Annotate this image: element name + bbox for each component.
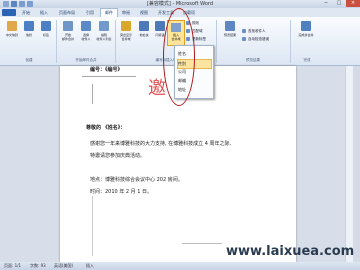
window-title: [兼容模式] - Microsoft Word bbox=[146, 1, 214, 7]
tab-page-layout[interactable]: 页面布局 bbox=[54, 9, 80, 17]
labels-button[interactable]: 标签 bbox=[37, 20, 55, 48]
auto-check-errors-button[interactable]: 自动检查错误 bbox=[242, 36, 269, 42]
margin-mark bbox=[92, 84, 93, 104]
envelope-icon bbox=[24, 21, 34, 31]
check-errors-icon bbox=[242, 37, 246, 41]
close-button[interactable]: × bbox=[346, 0, 360, 7]
doc-title: 邀 bbox=[148, 78, 166, 99]
group-separator bbox=[290, 20, 291, 63]
recipients-icon bbox=[81, 21, 91, 31]
edit-list-icon bbox=[99, 21, 109, 31]
find-recipient-button[interactable]: 查找收件人 bbox=[242, 28, 266, 34]
header-rule bbox=[82, 76, 136, 77]
match-fields-label: 匹配域 bbox=[192, 29, 203, 33]
status-insert-mode[interactable]: 插入 bbox=[86, 262, 94, 270]
title-bar: [兼容模式] - Microsoft Word − □ × bbox=[0, 0, 360, 8]
group-label-finish: 完成 bbox=[303, 58, 311, 62]
tab-insert[interactable]: 插入 bbox=[36, 9, 52, 17]
footer-rule bbox=[182, 243, 222, 244]
rules-label: 规则 bbox=[192, 21, 199, 25]
doc-address-line: 地点：博雅科技综合会议中心 202 房间。 bbox=[90, 177, 183, 183]
doc-number-line: 编号：《编号》 bbox=[90, 67, 123, 73]
highlight-icon bbox=[121, 21, 131, 31]
find-icon bbox=[242, 29, 246, 33]
button-label: 完成并合并 bbox=[298, 33, 314, 37]
tab-home[interactable]: 开始 bbox=[18, 9, 34, 17]
edit-recipient-list-button[interactable]: 编辑 收件人列表 bbox=[95, 20, 113, 48]
group-label-create: 创建 bbox=[25, 58, 33, 62]
tab-view[interactable]: 视图 bbox=[136, 9, 152, 17]
status-bar: 页面: 1/1 字数: 93 英语(美国) 插入 bbox=[0, 262, 360, 270]
status-language[interactable]: 英语(美国) bbox=[54, 262, 73, 270]
undo-icon[interactable] bbox=[19, 1, 25, 7]
word-app-icon[interactable] bbox=[3, 1, 9, 7]
greeting-icon bbox=[155, 21, 165, 31]
file-menu-button[interactable] bbox=[2, 9, 16, 16]
doc-body-line-1: 感谢您一年来博雅科技的大力支持, 在博雅科技成立 4 周年之际, bbox=[90, 141, 232, 147]
group-label-preview: 预览结果 bbox=[246, 58, 260, 62]
mail-merge-icon bbox=[63, 21, 73, 31]
margin-mark bbox=[92, 196, 93, 256]
group-separator bbox=[216, 20, 217, 63]
button-label: 预览结果 bbox=[223, 33, 236, 37]
doc-body-line-2: 特邀请您参加庆典活动。 bbox=[90, 153, 146, 159]
highlight-ellipse bbox=[163, 8, 195, 106]
status-page[interactable]: 页面: 1/1 bbox=[4, 262, 21, 270]
auto-check-label: 自动检查错误 bbox=[248, 37, 269, 41]
group-separator bbox=[56, 20, 57, 63]
vertical-scrollbar[interactable] bbox=[345, 66, 353, 262]
tab-references[interactable]: 引用 bbox=[82, 9, 98, 17]
doc-time-line: 时间：2010 年 2 月 1 日。 bbox=[90, 189, 153, 195]
tab-review[interactable]: 审阅 bbox=[118, 9, 134, 17]
group-label-start-merge: 开始邮件合并 bbox=[75, 58, 97, 62]
finish-merge-button[interactable]: 完成并合并 bbox=[297, 20, 315, 48]
finish-merge-icon bbox=[301, 21, 311, 31]
watermark: www.laixuea.com bbox=[226, 244, 355, 259]
preview-results-button[interactable]: 预览结果 bbox=[221, 20, 239, 48]
doc-greeting: 尊敬的 《姓名》： bbox=[86, 125, 126, 131]
find-recipient-label: 查找收件人 bbox=[248, 29, 266, 33]
address-block-icon bbox=[139, 21, 149, 31]
minimize-button[interactable]: − bbox=[320, 0, 332, 7]
button-label: 编辑 收件人列表 bbox=[96, 33, 112, 41]
preview-icon bbox=[225, 21, 235, 31]
envelope-icon bbox=[7, 21, 17, 31]
button-label: 标签 bbox=[42, 33, 49, 37]
label-icon bbox=[41, 21, 51, 31]
save-icon[interactable] bbox=[11, 1, 17, 7]
group-separator bbox=[115, 20, 116, 63]
redo-icon[interactable] bbox=[27, 1, 33, 7]
status-words[interactable]: 字数: 93 bbox=[30, 262, 46, 270]
maximize-button[interactable]: □ bbox=[333, 0, 345, 7]
